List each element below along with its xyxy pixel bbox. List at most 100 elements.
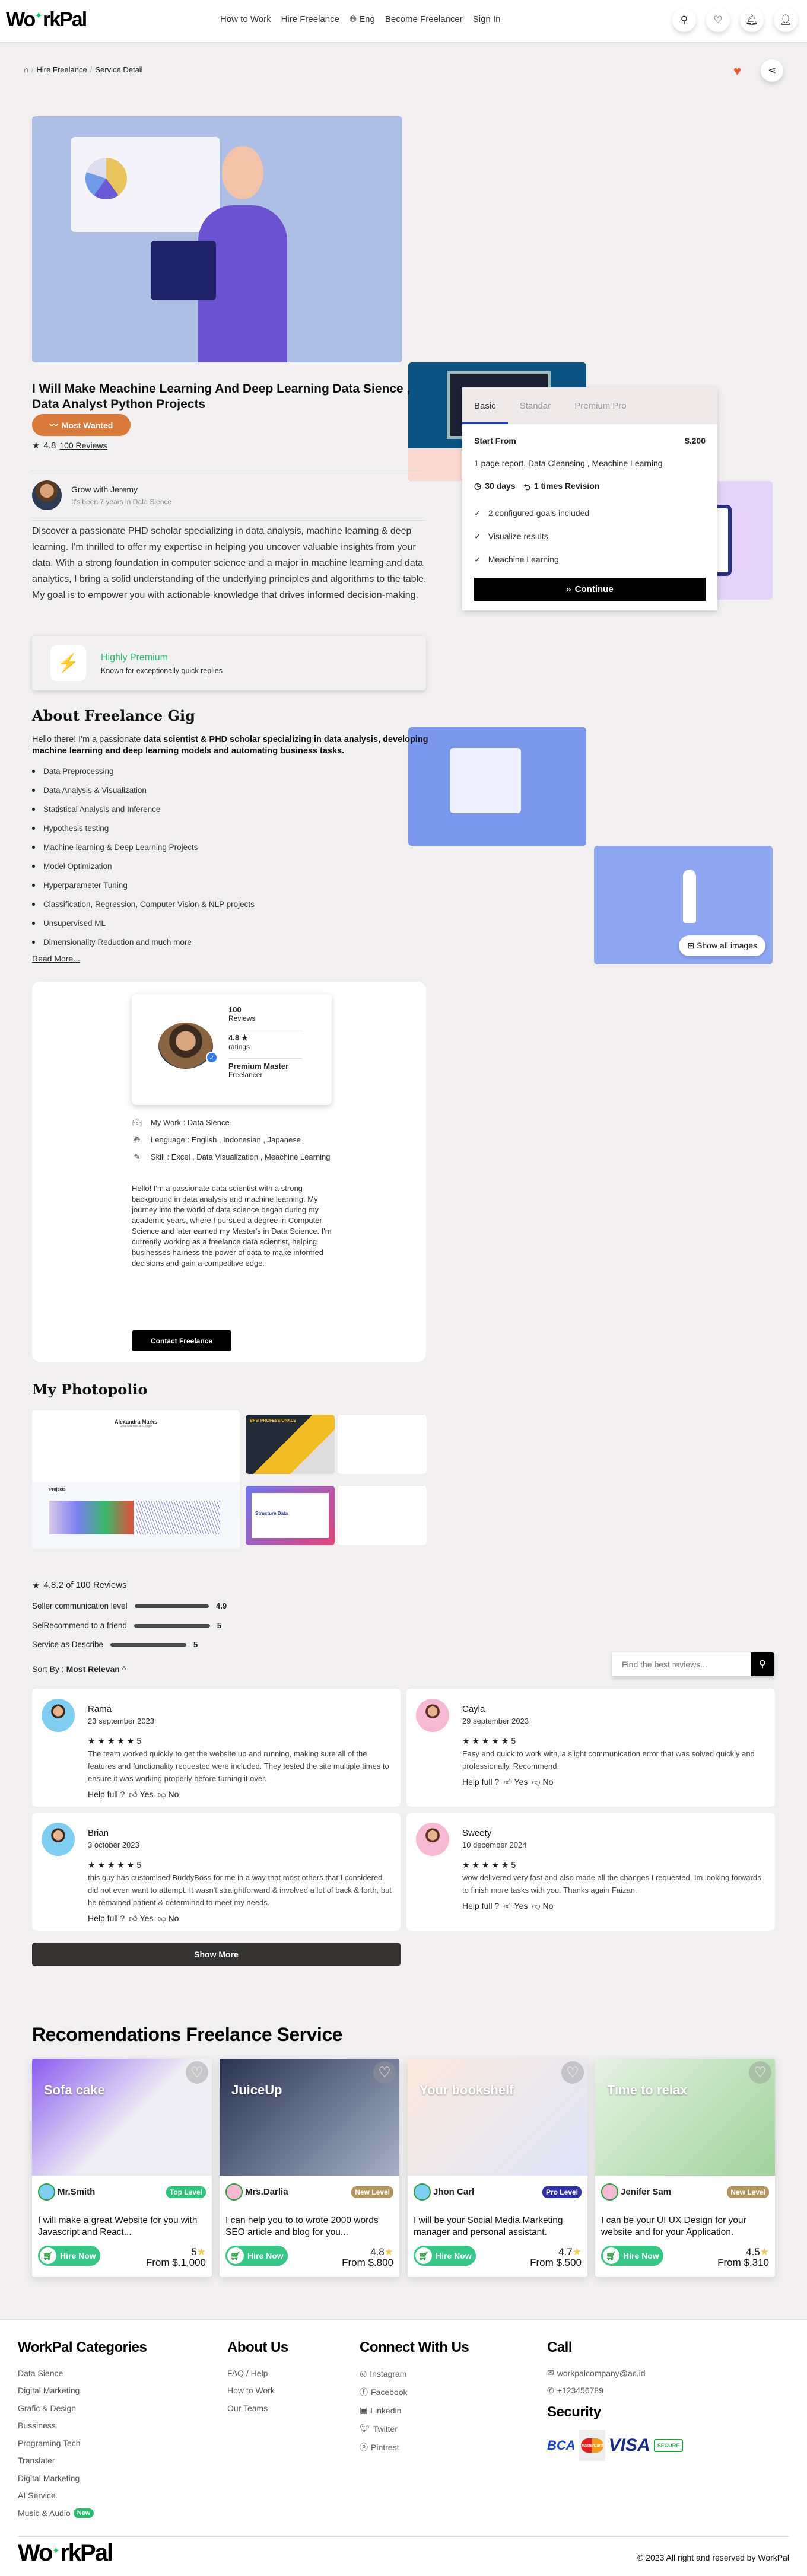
stars-icon: [462, 1736, 511, 1746]
phone-link[interactable]: ✆ +123456789: [547, 2382, 683, 2400]
helpful-no-button[interactable]: 👎︎ No: [532, 1777, 553, 1787]
heart-icon[interactable]: ♡: [706, 8, 730, 32]
helpful-yes-button[interactable]: 👍︎ Yes: [129, 1789, 153, 1800]
service-card[interactable]: JuiceUp ♡ Mrs.Darlia New Level I can help …: [220, 2059, 399, 2277]
portfolio-item-infographic[interactable]: [338, 1486, 427, 1545]
portfolio-item-profile[interactable]: Alexandra Marks Data Scientist at Google…: [32, 1410, 240, 1549]
service-rating: 5★: [191, 2246, 206, 2258]
pinterest-link[interactable]: ⓟ Pintrest: [360, 2438, 469, 2456]
service-image: Time to relax ♡: [595, 2059, 775, 2176]
seller-name[interactable]: Jenifer Sam: [621, 2187, 671, 2197]
reviews-link[interactable]: 100 Reviews: [59, 441, 107, 450]
service-card[interactable]: Time to relax ♡ Jenifer Sam New Level I ca…: [595, 2059, 775, 2277]
footer-logo[interactable]: Wo ✦ rkPal: [18, 2540, 113, 2567]
footer-category-link[interactable]: Digital Marketing: [18, 2382, 147, 2400]
helpful-no-button[interactable]: 👎︎ No: [157, 1913, 179, 1924]
twitter-link[interactable]: 🐦︎ Twitter: [360, 2419, 469, 2438]
share-icon[interactable]: ⋖: [761, 59, 783, 82]
user-icon[interactable]: 👤︎: [774, 8, 798, 32]
nav-how-to-work[interactable]: How to Work: [220, 14, 271, 24]
search-icon[interactable]: ⚲: [672, 8, 696, 32]
rocket-illustration: [683, 870, 696, 923]
favorite-heart-icon[interactable]: ♡: [186, 2061, 208, 2084]
linkedin-link[interactable]: ▣ Linkedin: [360, 2401, 469, 2419]
portfolio-item-charts[interactable]: [338, 1415, 427, 1474]
continue-button[interactable]: » Continue: [474, 578, 706, 601]
footer-about-link[interactable]: FAQ / Help: [227, 2364, 288, 2382]
service-card[interactable]: Your bookshelf ♡ Jhon Carl Pro Level I wil…: [408, 2059, 587, 2277]
star-icon: ★: [32, 1581, 40, 1591]
footer-category-link[interactable]: Data Sience: [18, 2364, 147, 2382]
nav-become-freelancer[interactable]: Become Freelancer: [385, 14, 463, 24]
profile-role: Freelancer: [228, 1071, 263, 1079]
hire-now-button[interactable]: 🛒︎ Hire Now: [38, 2246, 100, 2266]
feature-item: ✓ Visualize results: [474, 531, 706, 542]
rating-value: 5: [511, 1736, 516, 1746]
service-title[interactable]: I will make a great Website for you with…: [38, 2215, 206, 2239]
footer-category-link[interactable]: Translater: [18, 2452, 147, 2470]
sort-dropdown[interactable]: Sort By : Most Relevan ^: [32, 1664, 126, 1674]
favorite-heart-icon[interactable]: ♡: [749, 2061, 771, 2084]
portfolio-item-banner[interactable]: BFSI PROFESSIONALS: [246, 1415, 335, 1474]
hire-now-button[interactable]: 🛒︎ Hire Now: [225, 2246, 288, 2266]
seller-name[interactable]: Jhon Carl: [433, 2187, 474, 2197]
portfolio-item-structure[interactable]: Structure Data: [246, 1486, 335, 1545]
gallery-main-image[interactable]: [32, 116, 402, 362]
contact-freelance-button[interactable]: Contact Freelance: [132, 1330, 231, 1351]
hire-now-button[interactable]: 🛒︎ Hire Now: [414, 2246, 476, 2266]
bell-icon[interactable]: 🔔︎: [740, 8, 764, 32]
footer-category-link[interactable]: Programing Tech: [18, 2434, 147, 2452]
tab-basic[interactable]: Basic: [462, 387, 508, 424]
nav-language[interactable]: 🌐︎ Eng: [350, 14, 375, 24]
tab-standar[interactable]: Standar: [508, 387, 563, 424]
service-title[interactable]: I will be your Social Media Marketing ma…: [414, 2215, 582, 2239]
show-more-button[interactable]: Show More: [32, 1943, 401, 1966]
footer-about-link[interactable]: How to Work: [227, 2382, 288, 2400]
projects-panel: Projects: [32, 1482, 240, 1549]
helpful-yes-button[interactable]: 👍︎ Yes: [129, 1913, 153, 1924]
footer: WorkPal Categories Data Sience Digital Ma…: [0, 2319, 807, 2576]
tab-premium-pro[interactable]: Premium Pro: [563, 387, 638, 424]
facebook-link[interactable]: ⓕ Facebook: [360, 2383, 469, 2401]
rating-value: 5: [136, 1860, 142, 1870]
read-more-link[interactable]: Read More...: [32, 954, 80, 963]
service-card[interactable]: Sofa cake ♡ Mr.Smith Top Level I will make…: [32, 2059, 212, 2277]
gallery-thumb-rocket[interactable]: ⊞ Show all images: [594, 846, 773, 964]
footer-category-link[interactable]: AI Service: [18, 2487, 147, 2505]
instagram-link[interactable]: ◎ Instagram: [360, 2364, 469, 2383]
footer-connect: Connect With Us ◎ Instagram ⓕ Facebook ▣ Li…: [360, 2339, 469, 2456]
nav-hire-freelance[interactable]: Hire Freelance: [281, 14, 339, 24]
favorite-heart-icon[interactable]: ♥: [733, 63, 741, 79]
footer-category-link[interactable]: Music & Audio New: [18, 2504, 147, 2522]
portfolio-heading: My Photopolio: [32, 1381, 148, 1398]
profile-stats-card: ✓ 100 Reviews 4.8 ★ ratings Premium Master…: [132, 994, 332, 1105]
helpful-yes-button[interactable]: 👍︎ Yes: [503, 1901, 528, 1911]
footer-category-link[interactable]: Bussiness: [18, 2417, 147, 2435]
favorite-heart-icon[interactable]: ♡: [561, 2061, 584, 2084]
seller-name[interactable]: Mr.Smith: [58, 2187, 95, 2197]
search-button-icon[interactable]: ⚲: [751, 1652, 774, 1676]
helpful-no-button[interactable]: 👎︎ No: [532, 1901, 553, 1911]
helpful-yes-button[interactable]: 👍︎ Yes: [503, 1777, 528, 1787]
show-all-images-button[interactable]: ⊞ Show all images: [679, 935, 765, 956]
service-title[interactable]: I can help you to to wrote 2000 words SE…: [225, 2215, 393, 2239]
home-icon[interactable]: ⌂: [24, 65, 28, 74]
phone-icon: ✆: [547, 2385, 554, 2395]
logo[interactable]: Wo ✦ rkPal: [6, 8, 87, 31]
hire-now-button[interactable]: 🛒︎ Hire Now: [601, 2246, 663, 2266]
favorite-heart-icon[interactable]: ♡: [373, 2061, 396, 2084]
author-name[interactable]: Grow with Jeremy: [71, 485, 171, 494]
footer-about-link[interactable]: Our Teams: [227, 2399, 288, 2417]
footer-category-link[interactable]: Digital Marketing: [18, 2469, 147, 2487]
email-link[interactable]: ✉ workpalcompany@ac.id: [547, 2364, 683, 2382]
service-title[interactable]: I can be your UI UX Design for your webs…: [601, 2215, 769, 2239]
helpful-no-button[interactable]: 👎︎ No: [157, 1789, 179, 1800]
rating-value: 5: [191, 2246, 197, 2257]
seller-name[interactable]: Mrs.Darlia: [245, 2187, 288, 2197]
review-search-input[interactable]: [612, 1652, 751, 1676]
author-avatar[interactable]: [32, 480, 62, 510]
helpful-row: Help full ? 👍︎ Yes 👎︎ No: [462, 1777, 767, 1787]
nav-sign-in[interactable]: Sign In: [473, 14, 501, 24]
breadcrumb-hire-freelance[interactable]: Hire Freelance: [36, 65, 87, 74]
footer-category-link[interactable]: Grafic & Design: [18, 2399, 147, 2417]
